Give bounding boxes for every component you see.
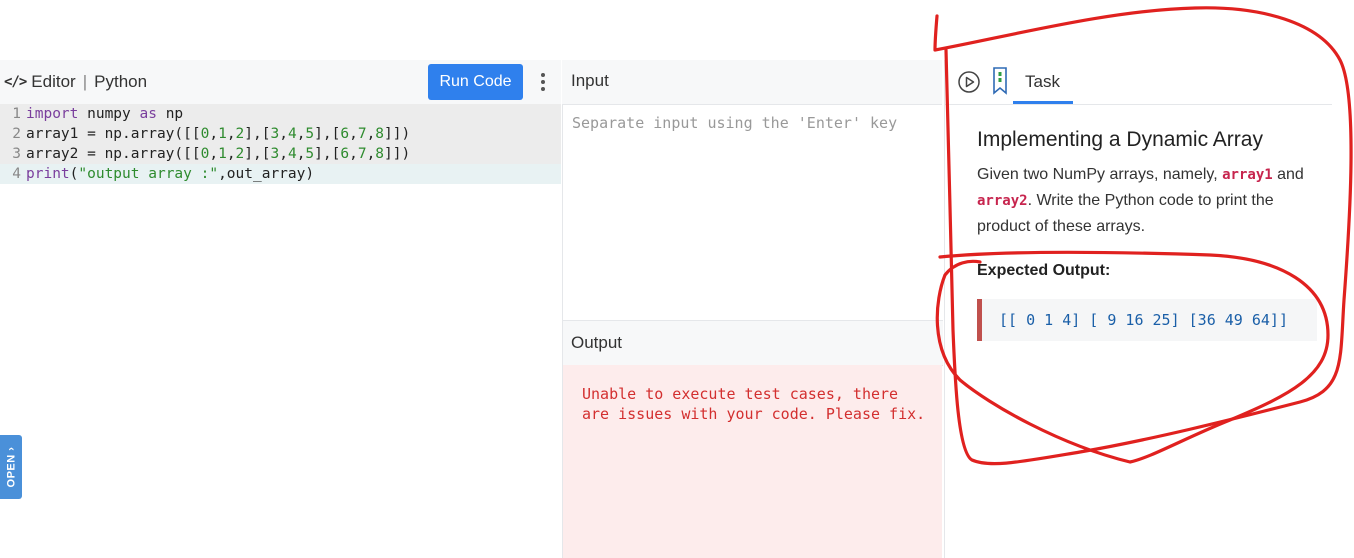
title-separator: | (82, 72, 88, 91)
inline-code-array2: array2 (977, 193, 1028, 209)
code-line[interactable]: 2 array1 = np.array([[0,1,2],[3,4,5],[6,7… (0, 124, 561, 144)
code-icon: </> (4, 74, 27, 90)
kebab-menu-icon[interactable] (536, 70, 550, 94)
expected-output-value: [[ 0 1 4] [ 9 16 25] [36 49 64]] (999, 311, 1288, 329)
open-side-tab[interactable]: OPEN › (0, 435, 22, 499)
input-header (562, 60, 942, 105)
line-number: 4 (12, 166, 21, 182)
task-description: Given two NumPy arrays, namely, array1 a… (977, 162, 1322, 239)
chevron-right-icon: › (5, 446, 18, 451)
editor-title: </> Editor | Python (4, 72, 147, 92)
line-number: 2 (12, 126, 21, 142)
play-icon[interactable] (958, 71, 980, 93)
line-number: 1 (12, 106, 21, 122)
input-title: Input (571, 71, 609, 90)
desc-text-1: Given two NumPy arrays, namely, (977, 166, 1223, 183)
output-error-message: Unable to execute test cases, there are … (582, 385, 926, 423)
expected-output-label: Expected Output: (977, 262, 1111, 279)
code-text[interactable]: array2 = np.array([[0,1,2],[3,4,5],[6,7,… (26, 146, 410, 162)
desc-text-2: and (1272, 166, 1304, 183)
language-label[interactable]: Python (94, 72, 147, 92)
output-title: Output (571, 333, 623, 352)
inline-code-array1: array1 (1222, 167, 1273, 183)
run-code-button[interactable]: Run Code (428, 64, 523, 100)
code-text[interactable]: import numpy as np (26, 106, 183, 122)
editor-label: Editor (31, 72, 76, 91)
code-text[interactable]: print("output array :",out_array) (26, 166, 314, 182)
bookmark-icon[interactable] (992, 67, 1008, 95)
open-tab-label[interactable]: OPEN › (5, 447, 17, 488)
code-text[interactable]: array1 = np.array([[0,1,2],[3,4,5],[6,7,… (26, 126, 410, 142)
line-number: 3 (12, 146, 21, 162)
code-line[interactable]: 3 array2 = np.array([[0,1,2],[3,4,5],[6,7… (0, 144, 561, 164)
task-title: Implementing a Dynamic Array (977, 128, 1263, 151)
code-line[interactable]: 4 print("output array :",out_array) (0, 164, 561, 184)
code-line[interactable]: 1 import numpy as np (0, 104, 561, 124)
stdin-input[interactable] (572, 113, 927, 173)
tab-task-label[interactable]: Task (1025, 72, 1060, 92)
code-editor[interactable]: 1 import numpy as np 2 array1 = np.array([[… (0, 104, 561, 184)
